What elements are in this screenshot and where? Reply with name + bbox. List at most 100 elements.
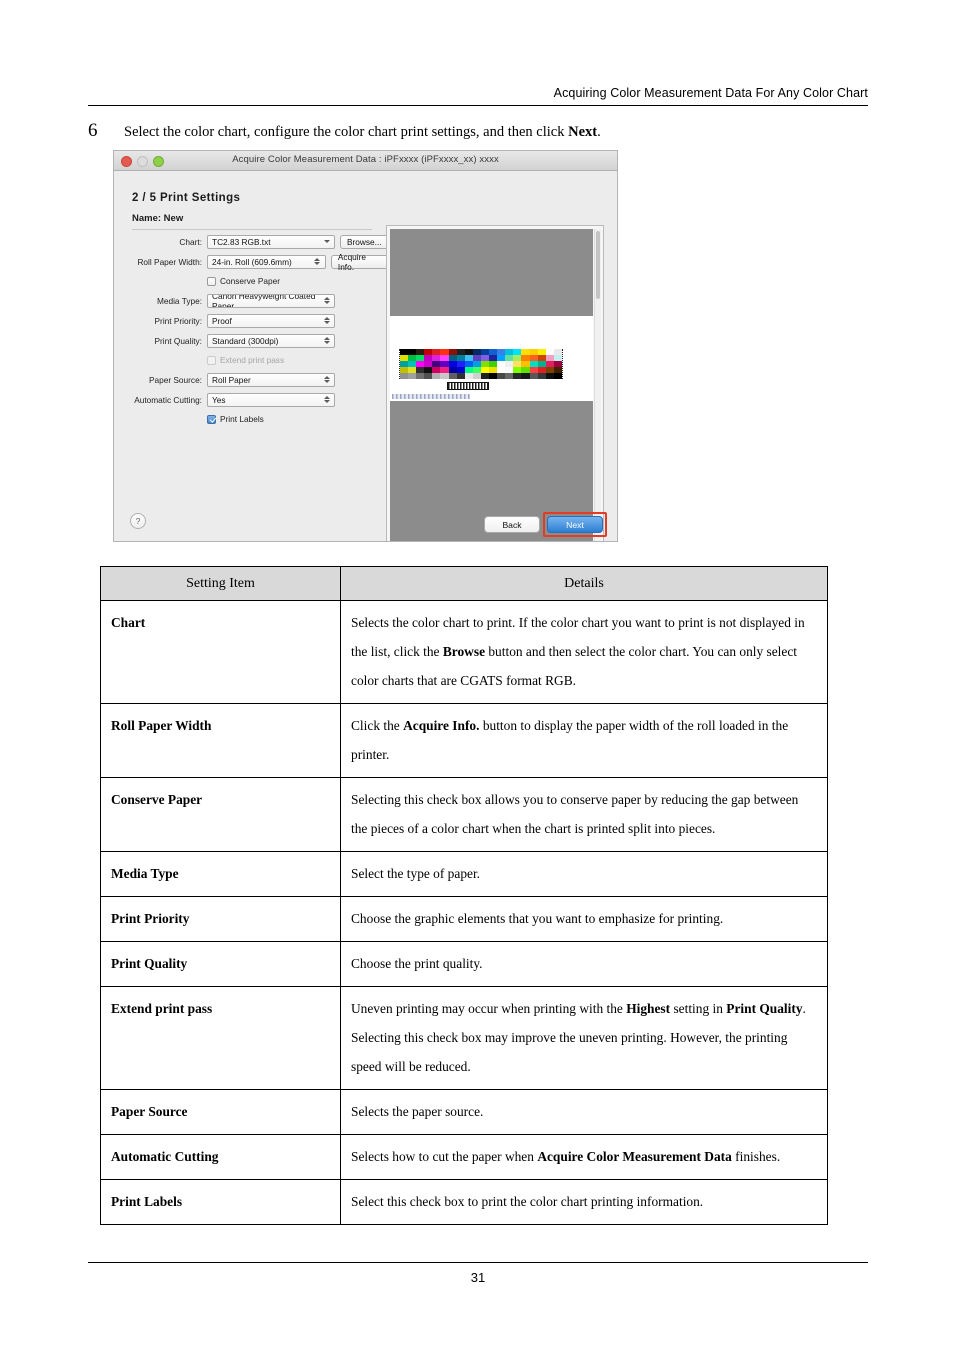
table-row: Roll Paper Width Click the Acquire Info. … <box>100 703 828 778</box>
table-cell-setting-item: Extend print pass <box>100 986 341 1090</box>
table-cell-details: Selecting this check box allows you to c… <box>340 777 828 852</box>
extend-print-pass-label: Extend print pass <box>220 355 285 365</box>
step-instruction: 6 Select the color chart, configure the … <box>88 120 878 142</box>
detail-text: Selecting this check box allows you to c… <box>351 792 799 836</box>
dialog-titlebar[interactable]: Acquire Color Measurement Data : iPFxxxx… <box>114 151 617 171</box>
detail-text: Choose the print quality. <box>351 956 483 971</box>
stepper-updown-icon <box>322 315 331 327</box>
color-chart-row <box>400 373 562 379</box>
field-chart-controls: TC2.83 RGB.txt Browse... <box>207 234 389 249</box>
detail-text: Uneven printing may occur when printing … <box>351 1001 627 1016</box>
print-settings-dialog: Acquire Color Measurement Data : iPFxxxx… <box>113 150 618 542</box>
print-priority-value: Proof <box>212 315 232 326</box>
table-row: Automatic Cutting Selects how to cut the … <box>100 1134 828 1180</box>
table-header-row: Setting Item Details <box>100 566 828 601</box>
color-swatch <box>553 373 562 379</box>
conserve-paper-checkbox[interactable] <box>207 276 216 286</box>
chart-select-value: TC2.83 RGB.txt <box>212 236 271 247</box>
browse-button[interactable]: Browse... <box>340 234 389 249</box>
step-text: Select the color chart, configure the co… <box>124 122 601 142</box>
table-cell-details: Click the Acquire Info. button to displa… <box>340 703 828 778</box>
step-text-after: . <box>597 124 601 140</box>
chart-label-barcode <box>447 382 489 390</box>
color-swatch <box>448 373 457 379</box>
automatic-cutting-select[interactable]: Yes <box>207 392 335 407</box>
extend-print-pass-row: Extend print pass <box>128 353 388 367</box>
stepper-updown-icon <box>313 256 322 268</box>
field-paper-source-controls: Roll Paper <box>207 372 335 387</box>
print-labels-checkbox[interactable] <box>207 414 216 424</box>
settings-description-table: Setting Item Details Chart Selects the co… <box>100 566 828 1225</box>
dialog-body: 2 / 5 Print Settings Name: New Chart: TC… <box>114 171 617 541</box>
chart-select[interactable]: TC2.83 RGB.txt <box>207 234 335 249</box>
table-row: Media Type Select the type of paper. <box>100 851 828 897</box>
detail-text: Selects the paper source. <box>351 1104 484 1119</box>
chevron-down-icon <box>322 236 331 248</box>
color-chart-swatches <box>399 349 563 379</box>
color-swatch <box>424 373 433 379</box>
field-media-type-controls: Canon Heavyweight Coated Paper <box>207 293 335 308</box>
field-print-quality: Print Quality: Standard (300dpi) <box>128 333 388 348</box>
color-swatch <box>440 373 449 379</box>
field-paper-source-label: Paper Source: <box>148 374 202 385</box>
table-cell-details: Select this check box to print the color… <box>340 1179 828 1225</box>
table-row: Print Labels Select this check box to pri… <box>100 1179 828 1225</box>
field-roll-paper-width-controls: 24-in. Roll (609.6mm) Acquire Info. <box>207 252 388 272</box>
color-swatch <box>545 373 554 379</box>
table-row: Print Priority Choose the graphic element… <box>100 896 828 942</box>
media-type-select[interactable]: Canon Heavyweight Coated Paper <box>207 293 335 308</box>
stepper-updown-icon <box>322 394 331 406</box>
header-divider <box>88 105 868 106</box>
table-cell-details: Choose the print quality. <box>340 941 828 987</box>
print-preview-pane[interactable] <box>386 225 604 541</box>
detail-text: Click the <box>351 718 404 733</box>
field-print-priority: Print Priority: Proof <box>128 313 388 328</box>
table-row: Print Quality Choose the print quality. <box>100 941 828 987</box>
dialog-name-line: Name: New <box>132 213 184 224</box>
step-number: 6 <box>88 120 98 141</box>
preview-scrollbar[interactable] <box>594 229 601 541</box>
print-quality-value: Standard (300dpi) <box>212 335 279 346</box>
print-settings-form: Chart: TC2.83 RGB.txt Browse... Roll Pap… <box>128 234 389 431</box>
detail-text: Select this check box to print the color… <box>351 1194 704 1209</box>
color-swatch <box>537 373 546 379</box>
preview-scrollbar-thumb[interactable] <box>596 231 600 299</box>
print-quality-select[interactable]: Standard (300dpi) <box>207 333 335 348</box>
table-cell-setting-item: Print Quality <box>100 941 341 987</box>
print-labels-row[interactable]: Print Labels <box>128 412 388 426</box>
detail-emphasis: Browse <box>442 644 486 659</box>
back-button[interactable]: Back <box>484 516 540 533</box>
table-cell-setting-item: Conserve Paper <box>100 777 341 852</box>
table-cell-setting-item: Print Priority <box>100 896 341 942</box>
preview-canvas <box>390 229 593 541</box>
acquire-info-button[interactable]: Acquire Info. <box>330 252 388 272</box>
field-media-type: Media Type: Canon Heavyweight Coated Pap… <box>128 293 388 308</box>
color-swatch <box>529 373 538 379</box>
dialog-section-divider <box>132 229 372 230</box>
automatic-cutting-value: Yes <box>212 394 226 405</box>
color-swatch <box>513 373 522 379</box>
detail-emphasis: Acquire Info. <box>403 718 480 733</box>
table-cell-setting-item: Paper Source <box>100 1089 341 1135</box>
color-swatch <box>521 373 530 379</box>
field-print-priority-controls: Proof <box>207 313 335 328</box>
print-priority-select[interactable]: Proof <box>207 313 335 328</box>
field-automatic-cutting-controls: Yes <box>207 392 335 407</box>
stepper-updown-icon <box>322 335 331 347</box>
detail-emphasis: Highest <box>626 1001 671 1016</box>
field-chart: Chart: TC2.83 RGB.txt Browse... <box>128 234 389 249</box>
table-row: Paper Source Selects the paper source. <box>100 1089 828 1135</box>
dialog-step-title: 2 / 5 Print Settings <box>132 192 241 204</box>
color-swatch <box>497 373 506 379</box>
help-icon[interactable]: ? <box>130 513 146 529</box>
field-print-quality-label: Print Quality: <box>154 335 203 346</box>
roll-paper-width-select[interactable]: 24-in. Roll (609.6mm) <box>207 254 326 269</box>
footer-divider <box>88 1262 868 1263</box>
step-text-before: Select the color chart, configure the co… <box>124 124 569 140</box>
conserve-paper-row[interactable]: Conserve Paper <box>128 274 388 288</box>
table-cell-setting-item: Print Labels <box>100 1179 341 1225</box>
paper-source-select[interactable]: Roll Paper <box>207 372 335 387</box>
table-header-setting-item: Setting Item <box>100 566 341 601</box>
extend-print-pass-checkbox <box>207 355 216 365</box>
detail-text: finishes. <box>731 1149 781 1164</box>
